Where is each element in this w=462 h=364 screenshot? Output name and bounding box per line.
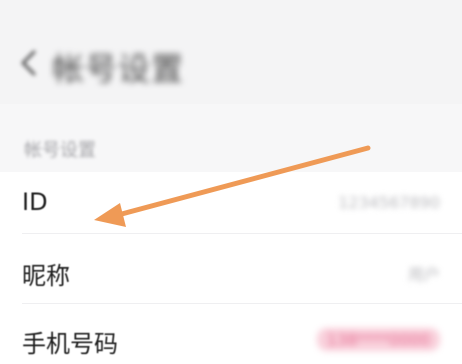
row-value-nickname: 用户	[407, 265, 440, 284]
top-bar: 帐号设置	[0, 0, 462, 104]
row-value-phone: 138****0000	[316, 328, 440, 351]
settings-row-phone[interactable]: 手机号码 138****0000	[0, 304, 462, 364]
settings-row-nickname[interactable]: 昵称 用户	[0, 234, 462, 304]
row-label-nickname: 昵称	[22, 262, 70, 290]
chevron-left-icon[interactable]	[18, 48, 40, 78]
settings-row-id[interactable]: ID 1234567890	[0, 172, 462, 234]
row-label-id: ID	[22, 188, 48, 216]
row-value-id: 1234567890	[338, 193, 440, 212]
row-label-phone: 手机号码	[22, 330, 118, 358]
section-label: 帐号设置	[24, 140, 96, 161]
page-title: 帐号设置	[52, 50, 185, 88]
